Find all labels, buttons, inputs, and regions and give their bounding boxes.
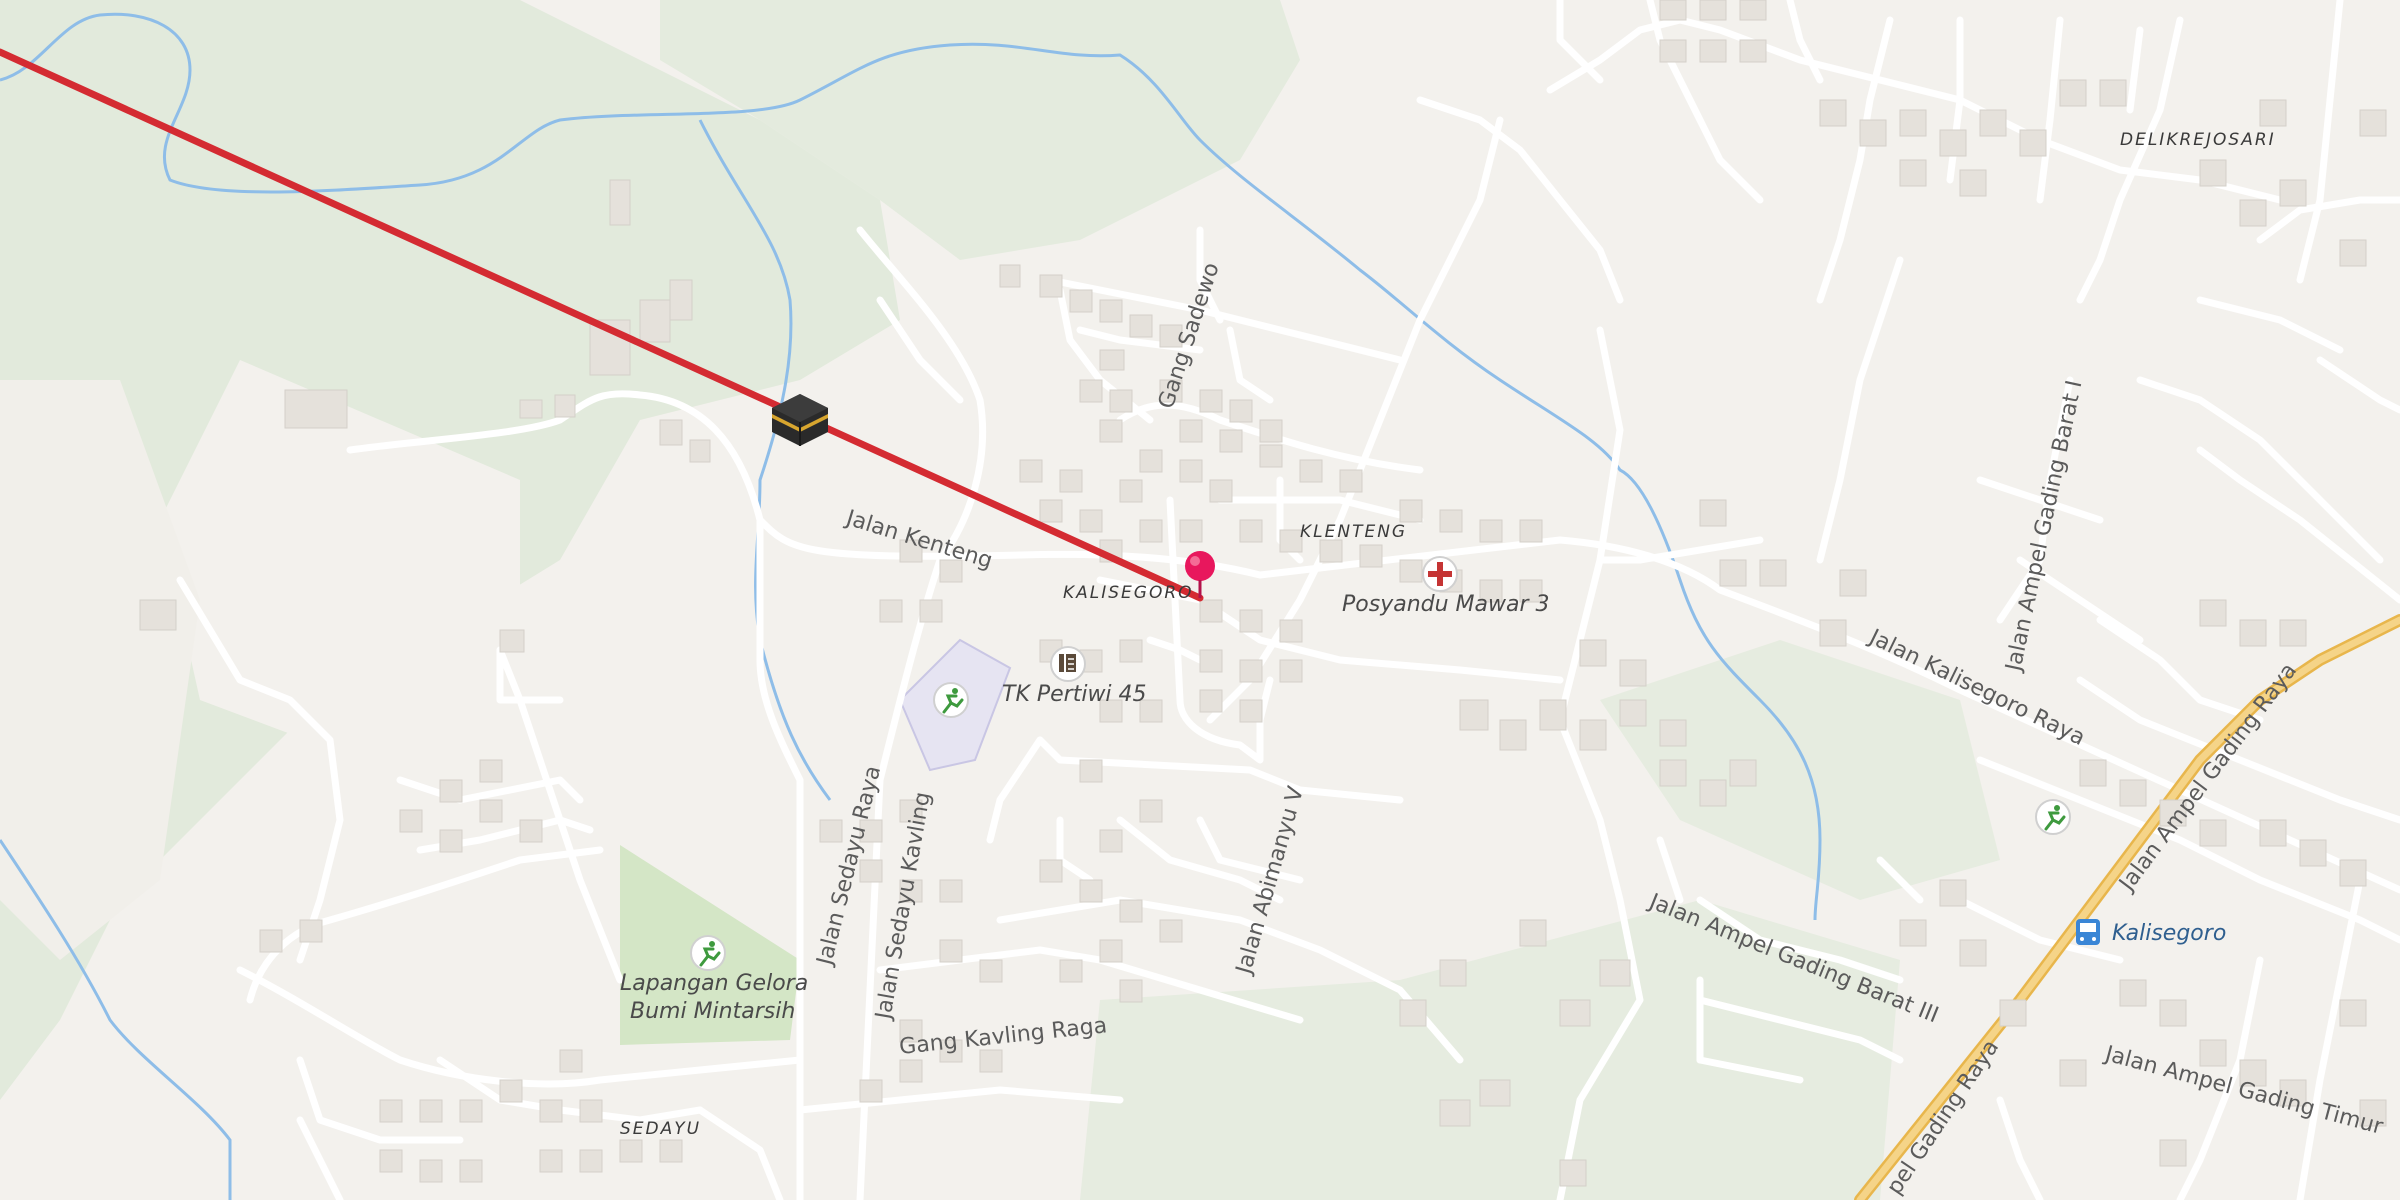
area-label-klenteng: KLENTENG (1300, 522, 1407, 542)
school-icon[interactable] (1050, 646, 1086, 682)
sports-icon[interactable] (933, 682, 969, 718)
map-layer: DELIKREJOSARI KLENTENG KALISEGORO SEDAYU… (0, 0, 2400, 1200)
sports-icon[interactable] (690, 935, 726, 971)
poi-label-lapangan-line2[interactable]: Bumi Mintarsih (630, 999, 795, 1024)
poi-label-posyandu[interactable]: Posyandu Mawar 3 (1342, 592, 1550, 617)
poi-label-tk-pertiwi[interactable]: TK Pertiwi 45 (1002, 682, 1147, 707)
area-label-sedayu: SEDAYU (620, 1119, 701, 1139)
area-label-delikrejosari: DELIKREJOSARI (2120, 130, 2276, 150)
medical-cross-icon[interactable] (1422, 556, 1458, 592)
sports-icon[interactable] (2035, 799, 2071, 835)
poi-label-bus-stop[interactable]: Kalisegoro (2112, 921, 2226, 946)
area-label-kalisegoro: KALISEGORO (1063, 583, 1194, 603)
poi-label-lapangan-line1[interactable]: Lapangan Gelora (620, 971, 808, 996)
map-canvas[interactable]: DELIKREJOSARI KLENTENG KALISEGORO SEDAYU… (0, 0, 2400, 1200)
bus-icon[interactable] (2076, 919, 2100, 945)
